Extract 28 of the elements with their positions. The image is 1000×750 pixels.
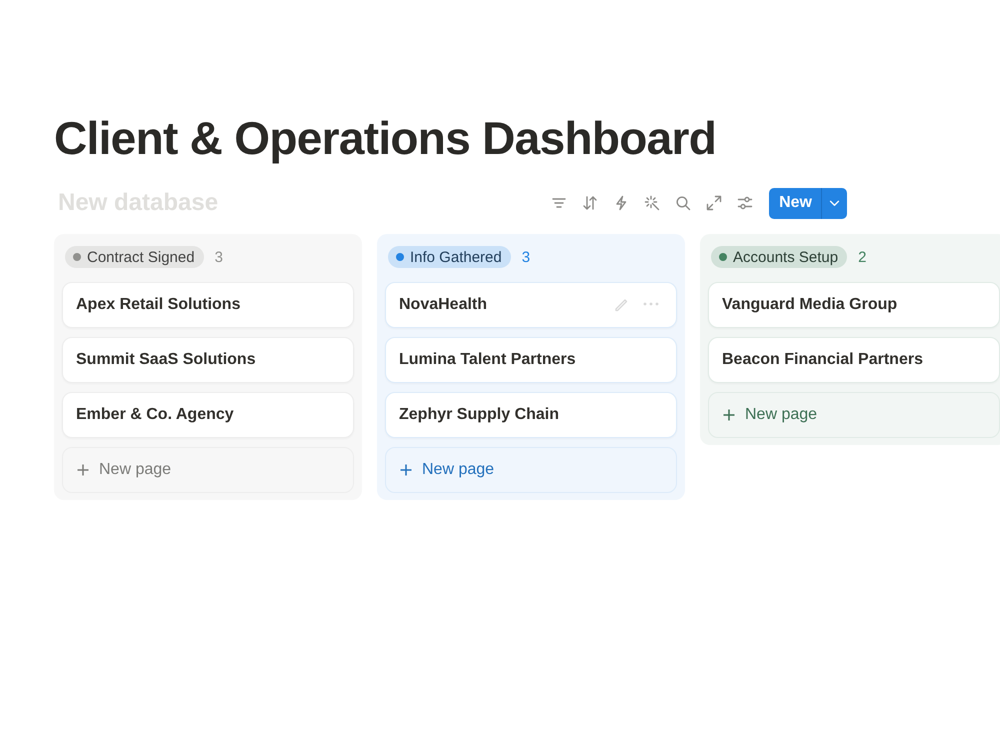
plus-icon	[723, 409, 735, 421]
search-icon[interactable]	[675, 195, 692, 211]
board-card[interactable]: Summit SaaS Solutions	[62, 337, 354, 383]
plus-icon	[400, 464, 412, 476]
status-label: Info Gathered	[410, 248, 502, 266]
board-card[interactable]: Beacon Financial Partners	[708, 337, 1000, 383]
board-card[interactable]: Lumina Talent Partners	[385, 337, 677, 383]
caret-icon	[829, 200, 840, 206]
status-label: Accounts Setup	[733, 248, 838, 266]
new-button[interactable]: New	[769, 188, 821, 218]
new-dropdown-button[interactable]	[821, 188, 847, 218]
board-card[interactable]: Apex Retail Solutions	[62, 282, 354, 328]
sparkle-wand-icon[interactable]	[644, 195, 660, 211]
sliders-icon[interactable]	[737, 195, 754, 211]
new-page-button[interactable]: New page	[62, 447, 354, 493]
expand-icon[interactable]	[706, 195, 722, 211]
board-card[interactable]: Vanguard Media Group	[708, 282, 1000, 328]
board-card[interactable]: Zephyr Supply Chain	[385, 392, 677, 438]
new-page-button[interactable]: New page	[385, 447, 677, 493]
plus-icon	[77, 464, 89, 476]
status-label: Contract Signed	[87, 248, 195, 266]
new-page-button[interactable]: New page	[708, 392, 1000, 438]
page-title: Client & Operations Dashboard	[54, 111, 718, 166]
card-count: 3	[522, 248, 530, 266]
card-count: 3	[214, 248, 223, 266]
card-count: 2	[858, 248, 866, 266]
board-card[interactable]: Ember & Co. Agency	[62, 392, 354, 438]
sort-icon[interactable]	[582, 195, 598, 211]
